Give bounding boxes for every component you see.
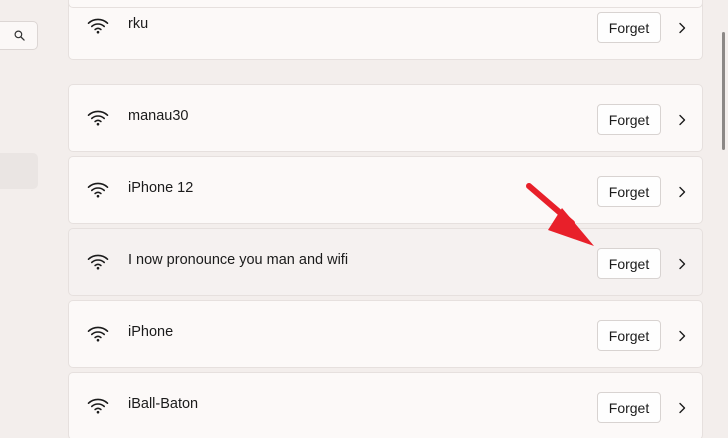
chevron-right-icon[interactable]: [675, 257, 689, 271]
network-row[interactable]: rku Forget: [68, 0, 703, 60]
network-name: rku: [128, 16, 149, 32]
network-row[interactable]: iPhone Forget: [68, 300, 703, 368]
previous-row-edge: [68, 0, 703, 8]
chevron-right-icon[interactable]: [675, 401, 689, 415]
wifi-icon: [87, 326, 109, 342]
chevron-right-icon[interactable]: [675, 185, 689, 199]
chevron-right-icon[interactable]: [675, 113, 689, 127]
wifi-icon: [87, 18, 109, 34]
search-icon: [14, 30, 25, 41]
chevron-right-icon[interactable]: [675, 329, 689, 343]
annotation-arrow-icon: [526, 183, 594, 246]
wifi-icon: [87, 254, 109, 270]
chevron-right-icon[interactable]: [675, 21, 689, 35]
network-name: iPhone: [128, 324, 174, 340]
forget-button[interactable]: Forget: [597, 12, 661, 43]
network-name: iBall-Baton: [128, 396, 199, 412]
network-name: I now pronounce you man and wifi: [128, 252, 349, 268]
wifi-icon: [87, 398, 109, 414]
scrollbar[interactable]: [722, 32, 725, 150]
wifi-known-networks-page: rku Forget manau30 Forget iPhone 12 Forg…: [0, 0, 728, 438]
sidebar-selected-item[interactable]: [0, 153, 38, 189]
forget-button[interactable]: Forget: [597, 104, 661, 135]
sidebar-search-box[interactable]: [0, 21, 38, 50]
network-row[interactable]: manau30 Forget: [68, 84, 703, 152]
wifi-icon: [87, 110, 109, 126]
wifi-icon: [87, 182, 109, 198]
network-name: manau30: [128, 108, 189, 124]
network-row[interactable]: iBall-Baton Forget: [68, 372, 703, 438]
forget-button[interactable]: Forget: [597, 320, 661, 351]
forget-button[interactable]: Forget: [597, 392, 661, 423]
network-name: iPhone 12: [128, 180, 194, 196]
